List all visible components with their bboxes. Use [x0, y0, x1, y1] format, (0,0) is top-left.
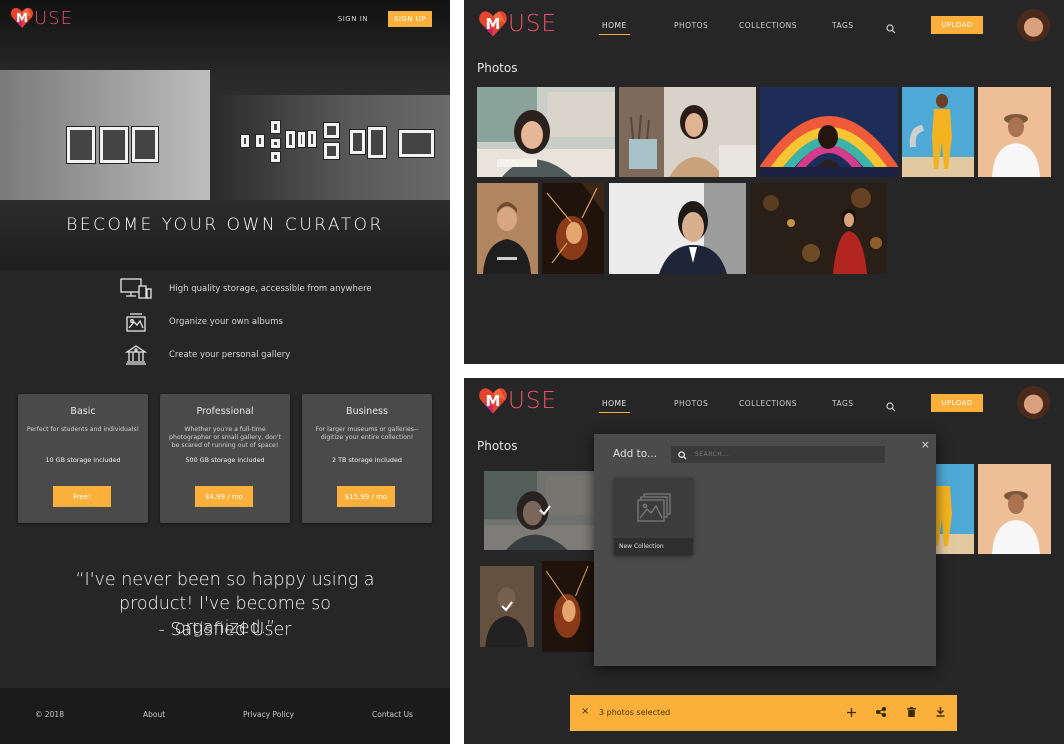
landing-nav: SIGN IN SIGN UP — [338, 11, 432, 27]
logo-wordmark: USE — [508, 388, 557, 414]
heart-logo-icon: M — [478, 9, 508, 39]
add-to-collection-panel: M USE HOME PHOTOS COLLECTIONS TAGS UPLOA… — [464, 378, 1064, 744]
testimonial-author: - Satisfied User — [158, 620, 292, 640]
nav-collections[interactable]: COLLECTIONS — [739, 21, 797, 30]
new-collection-icon — [614, 478, 693, 538]
feature-item: Organize your own albums — [118, 305, 372, 338]
photo-thumbnail[interactable] — [619, 87, 756, 177]
nav-collections[interactable]: COLLECTIONS — [739, 399, 797, 408]
hero-title: BECOME YOUR OWN CURATOR — [66, 215, 384, 235]
avatar[interactable] — [1017, 9, 1050, 42]
plan-button-professional[interactable]: $4.99 / mo — [195, 486, 253, 507]
plan-description: Perfect for students and individuals! — [26, 426, 140, 433]
photo-thumbnail[interactable] — [542, 561, 594, 652]
plan-button-basic[interactable]: Free! — [53, 486, 111, 507]
footer-privacy-link[interactable]: Privacy Policy — [243, 710, 294, 719]
selection-count: 3 photos selected — [599, 708, 671, 717]
share-icon[interactable] — [874, 705, 888, 719]
footer: © 2018 About Privacy Policy Contact Us — [0, 688, 450, 744]
plan-name: Basic — [70, 406, 96, 417]
footer-copyright: © 2018 — [35, 710, 64, 719]
upload-button[interactable]: UPLOAD — [931, 394, 983, 412]
plan-description: For larger museums or galleries--digitiz… — [315, 426, 419, 441]
sign-in-link[interactable]: SIGN IN — [338, 15, 368, 23]
home-photos-panel: M USE HOME PHOTOS COLLECTIONS TAGS UPLOA… — [464, 0, 1064, 364]
photo-thumbnail[interactable] — [760, 87, 898, 177]
feature-text: Organize your own albums — [169, 316, 283, 327]
close-icon[interactable]: × — [921, 438, 930, 451]
landing-page-panel: BECOME YOUR OWN CURATOR M USE SIGN IN SI… — [0, 0, 450, 744]
photo-thumbnail[interactable] — [978, 87, 1051, 177]
footer-contact-link[interactable]: Contact Us — [372, 710, 413, 719]
plan-card-basic: Basic Perfect for students and individua… — [18, 394, 148, 523]
search-icon[interactable] — [886, 19, 896, 38]
plan-card-business: Business For larger museums or galleries… — [302, 394, 432, 523]
new-collection-label: New Collection — [614, 538, 693, 555]
photo-thumbnail[interactable] — [936, 464, 974, 554]
nav-photos[interactable]: PHOTOS — [674, 21, 708, 30]
clear-selection-icon[interactable]: × — [581, 706, 589, 717]
logo[interactable]: M USE — [478, 9, 557, 39]
checkmark-icon — [499, 598, 515, 614]
photo-thumbnail[interactable] — [751, 183, 887, 274]
plan-card-professional: Professional Whether you're a full-time … — [160, 394, 290, 523]
plan-name: Business — [346, 406, 388, 417]
feature-text: High quality storage, accessible from an… — [169, 283, 372, 294]
collection-search-input[interactable] — [695, 451, 875, 458]
nav-photos[interactable]: PHOTOS — [674, 399, 708, 408]
plan-description: Whether you're a full-time photographer … — [169, 426, 281, 449]
plan-storage: 500 GB storage included — [185, 456, 265, 464]
logo-wordmark: USE — [508, 11, 557, 37]
search-icon — [678, 445, 687, 464]
avatar[interactable] — [1017, 386, 1050, 419]
checkmark-icon — [537, 502, 553, 518]
feature-list: High quality storage, accessible from an… — [118, 272, 372, 371]
modal-title: Add to... — [613, 448, 658, 460]
hero-gallery-image: BECOME YOUR OWN CURATOR — [0, 0, 450, 270]
logo-wordmark: USE — [34, 7, 73, 29]
plan-button-business[interactable]: $15.99 / mo — [337, 486, 395, 507]
upload-button[interactable]: UPLOAD — [931, 16, 983, 34]
photo-thumbnail[interactable] — [609, 183, 746, 274]
gallery-building-icon — [118, 343, 154, 367]
new-collection-card[interactable]: New Collection — [614, 478, 693, 555]
plan-storage: 10 GB storage included — [45, 456, 121, 464]
plan-name: Professional — [196, 406, 254, 417]
nav-home[interactable]: HOME — [599, 399, 630, 413]
album-icon — [118, 310, 154, 334]
page-title: Photos — [477, 439, 518, 453]
page-title: Photos — [477, 61, 518, 75]
selection-bar: × 3 photos selected — [570, 695, 957, 731]
heart-logo-icon: M — [10, 6, 34, 30]
footer-about-link[interactable]: About — [143, 710, 165, 719]
feature-item: High quality storage, accessible from an… — [118, 272, 372, 305]
add-to-modal: Add to... × New Collection — [594, 434, 936, 666]
search-icon[interactable] — [886, 397, 896, 416]
photo-thumbnail[interactable] — [978, 464, 1051, 554]
collection-search — [671, 446, 885, 463]
feature-text: Create your personal gallery — [169, 349, 291, 360]
photo-thumbnail[interactable] — [902, 87, 974, 177]
nav-tags[interactable]: TAGS — [832, 21, 854, 30]
nav-home[interactable]: HOME — [599, 21, 630, 35]
photo-thumbnail[interactable] — [477, 183, 538, 274]
nav-tags[interactable]: TAGS — [832, 399, 854, 408]
download-icon[interactable] — [933, 705, 947, 719]
heart-logo-icon: M — [478, 386, 508, 416]
logo[interactable]: M USE — [10, 6, 73, 30]
feature-item: Create your personal gallery — [118, 338, 372, 371]
add-icon[interactable] — [844, 705, 858, 719]
devices-icon — [118, 277, 154, 301]
pricing-plans: Basic Perfect for students and individua… — [18, 394, 432, 523]
logo[interactable]: M USE — [478, 386, 557, 416]
plan-storage: 2 TB storage included — [332, 456, 402, 464]
trash-icon[interactable] — [904, 705, 918, 719]
photo-thumbnail[interactable] — [542, 183, 604, 274]
sign-up-button[interactable]: SIGN UP — [388, 11, 432, 27]
photo-thumbnail[interactable] — [477, 87, 615, 177]
